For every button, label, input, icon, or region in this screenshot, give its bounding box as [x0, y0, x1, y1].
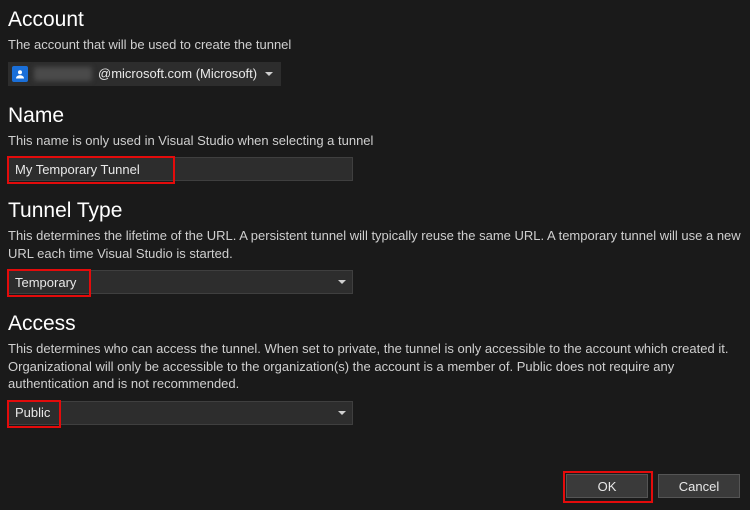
access-value: Public [15, 405, 50, 420]
name-heading: Name [8, 104, 742, 128]
tunnel-type-dropdown[interactable]: Temporary [8, 270, 353, 294]
tunnel-type-description: This determines the lifetime of the URL.… [8, 227, 742, 262]
tunnel-type-section: Tunnel Type This determines the lifetime… [8, 199, 742, 294]
tunnel-type-highlight: Temporary [8, 270, 353, 294]
account-heading: Account [8, 8, 742, 32]
account-dropdown[interactable]: @microsoft.com (Microsoft) [8, 62, 281, 86]
account-section: Account The account that will be used to… [8, 8, 742, 86]
access-section: Access This determines who can access th… [8, 312, 742, 425]
access-highlight: Public [8, 401, 353, 425]
ok-highlight: OK [566, 474, 648, 498]
dialog-button-row: OK Cancel [566, 474, 740, 498]
chevron-down-icon [338, 280, 346, 284]
tunnel-name-input[interactable] [8, 157, 353, 181]
account-username-redacted [34, 67, 92, 81]
account-provider-icon [12, 66, 28, 82]
account-description: The account that will be used to create … [8, 36, 742, 54]
tunnel-type-heading: Tunnel Type [8, 199, 742, 223]
dev-tunnel-dialog: Account The account that will be used to… [0, 0, 750, 510]
access-heading: Access [8, 312, 742, 336]
access-dropdown[interactable]: Public [8, 401, 353, 425]
ok-button[interactable]: OK [566, 474, 648, 498]
name-highlight [8, 157, 353, 181]
access-description: This determines who can access the tunne… [8, 340, 742, 393]
chevron-down-icon [338, 411, 346, 415]
account-suffix: @microsoft.com (Microsoft) [98, 66, 257, 81]
tunnel-type-value: Temporary [15, 275, 76, 290]
chevron-down-icon [265, 72, 273, 76]
name-section: Name This name is only used in Visual St… [8, 104, 742, 182]
cancel-button[interactable]: Cancel [658, 474, 740, 498]
name-description: This name is only used in Visual Studio … [8, 132, 742, 150]
